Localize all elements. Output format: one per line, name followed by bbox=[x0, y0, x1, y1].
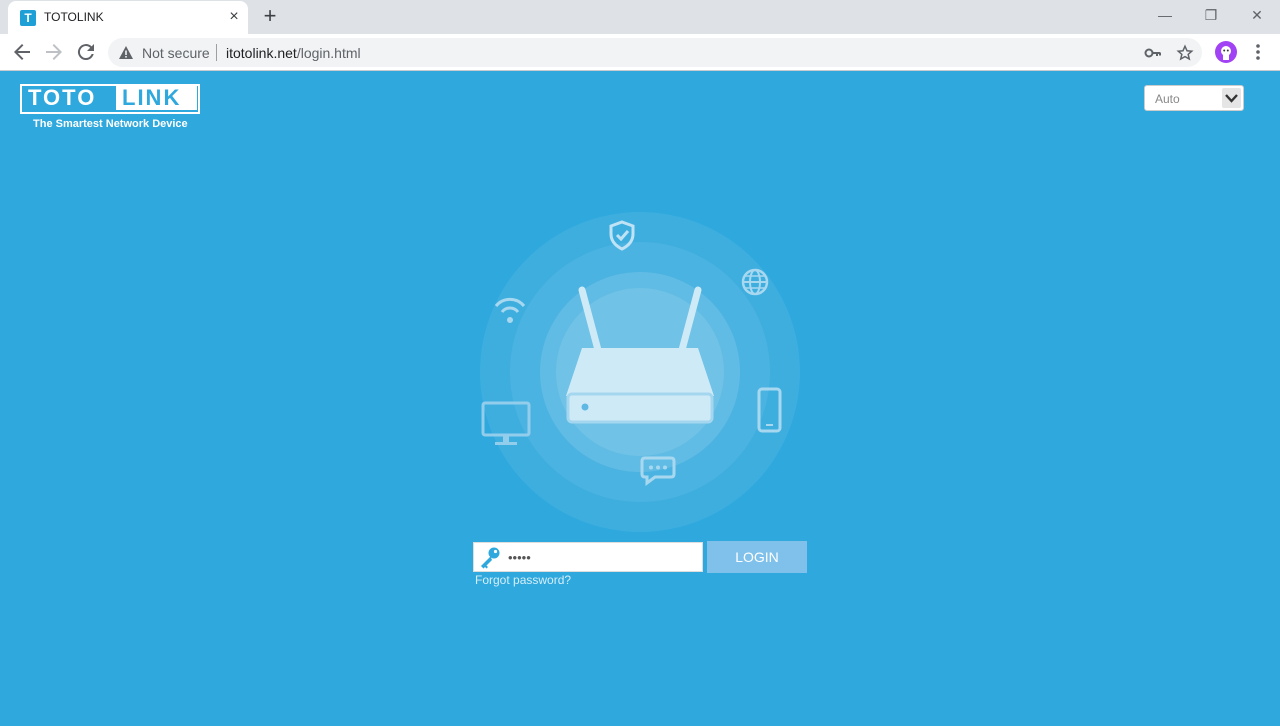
window-close-icon[interactable]: ✕ bbox=[1242, 4, 1272, 26]
tab-close-icon[interactable]: × bbox=[225, 8, 243, 26]
password-field-container bbox=[473, 542, 703, 572]
key-icon bbox=[477, 545, 503, 576]
warning-icon[interactable] bbox=[118, 45, 134, 66]
totolink-favicon-icon: T bbox=[20, 10, 36, 26]
language-value: Auto bbox=[1155, 92, 1180, 106]
login-page: TOTO LINK The Smartest Network Device Au… bbox=[0, 71, 1280, 726]
browser-tab[interactable]: T TOTOLINK × bbox=[8, 1, 248, 34]
chevron-down-icon[interactable] bbox=[1222, 88, 1241, 108]
security-status[interactable]: Not secure bbox=[142, 45, 210, 61]
url-path: /login.html bbox=[296, 45, 361, 61]
language-select[interactable]: Auto bbox=[1144, 85, 1244, 111]
back-arrow-icon[interactable] bbox=[10, 40, 34, 64]
totolink-logo: TOTO LINK The Smartest Network Device bbox=[20, 84, 200, 144]
browser-menu-icon[interactable] bbox=[1252, 43, 1264, 61]
logo-tagline: The Smartest Network Device bbox=[33, 118, 188, 130]
logo-text-left: TOTO bbox=[28, 85, 97, 110]
router-illustration bbox=[480, 212, 800, 532]
restore-icon[interactable]: ❐ bbox=[1196, 4, 1226, 26]
bookmark-star-icon[interactable] bbox=[1176, 44, 1194, 67]
url-divider bbox=[216, 44, 217, 61]
password-input[interactable] bbox=[508, 543, 700, 571]
profile-avatar[interactable] bbox=[1215, 41, 1237, 63]
login-button[interactable]: LOGIN bbox=[707, 541, 807, 573]
browser-tab-bar: T TOTOLINK × + — ❐ ✕ bbox=[0, 0, 1280, 34]
url-host: itotolink.net bbox=[226, 45, 297, 61]
forgot-password-link[interactable]: Forgot password? bbox=[475, 573, 571, 587]
password-key-icon[interactable] bbox=[1144, 44, 1162, 67]
forward-arrow-icon[interactable] bbox=[42, 40, 66, 64]
new-tab-button[interactable]: + bbox=[258, 5, 282, 29]
url-text[interactable]: itotolink.net/login.html bbox=[226, 45, 361, 61]
address-bar[interactable]: Not secure itotolink.net/login.html bbox=[108, 38, 1202, 67]
minimize-icon[interactable]: — bbox=[1150, 4, 1180, 26]
tab-title: TOTOLINK bbox=[44, 10, 104, 24]
browser-toolbar: Not secure itotolink.net/login.html bbox=[0, 34, 1280, 71]
logo-text-right: LINK bbox=[122, 85, 182, 110]
reload-icon[interactable] bbox=[74, 40, 98, 64]
